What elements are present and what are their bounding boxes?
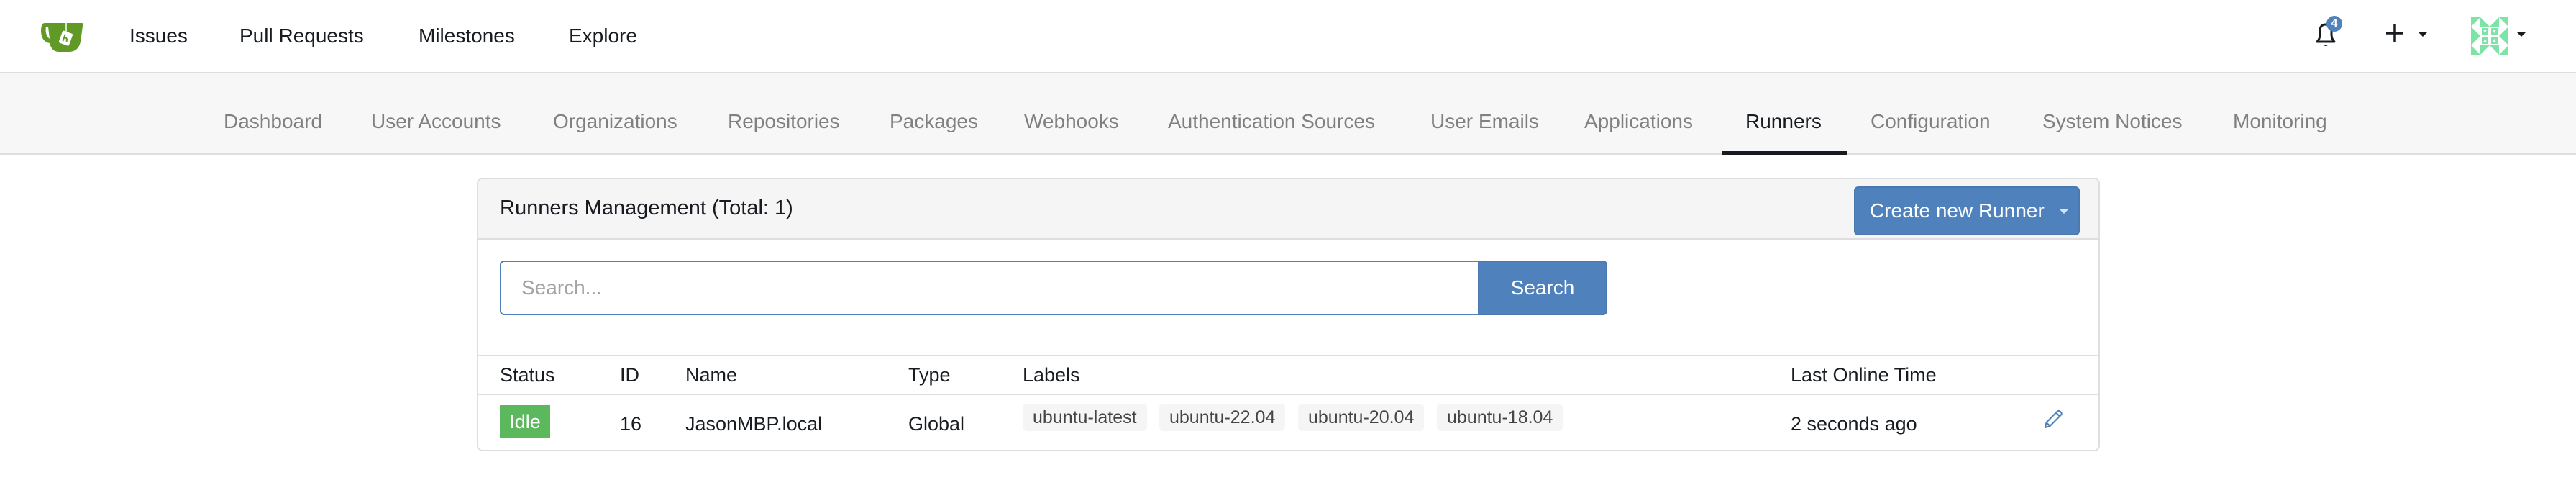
- runner-type: Global: [908, 413, 965, 435]
- search-button[interactable]: Search: [1478, 261, 1607, 315]
- status-badge: Idle: [500, 405, 550, 438]
- tab-authentication-sources[interactable]: Authentication Sources: [1168, 109, 1375, 135]
- top-navbar: Issues Pull Requests Milestones Explore …: [0, 0, 2576, 73]
- runner-id: 16: [620, 413, 642, 435]
- admin-tabs: Dashboard User Accounts Organizations Re…: [0, 73, 2576, 155]
- runner-label: ubuntu-18.04: [1437, 404, 1563, 431]
- column-last-online-time[interactable]: Last Online Time: [1791, 362, 1937, 388]
- nav-explore[interactable]: Explore: [569, 23, 637, 49]
- tab-applications[interactable]: Applications: [1584, 109, 1693, 135]
- column-labels: Labels: [1023, 364, 1080, 386]
- create-new-runner-button[interactable]: Create new Runner: [1854, 186, 2080, 235]
- nav-pull-requests[interactable]: Pull Requests: [239, 23, 364, 49]
- nav-issues[interactable]: Issues: [129, 23, 188, 49]
- tab-organizations[interactable]: Organizations: [553, 109, 677, 135]
- column-type[interactable]: Type: [908, 362, 951, 388]
- tab-repositories[interactable]: Repositories: [728, 109, 840, 135]
- table-header: Status ID Name Type Labels Last Online T…: [478, 356, 2098, 395]
- tab-system-notices[interactable]: System Notices: [2042, 109, 2183, 135]
- active-tab-indicator: [1722, 151, 1847, 155]
- column-status[interactable]: Status: [500, 362, 555, 388]
- tab-monitoring[interactable]: Monitoring: [2233, 109, 2327, 135]
- panel-title: Runners Management (Total: 1): [500, 196, 793, 219]
- create-menu-caret-icon[interactable]: [2418, 32, 2428, 37]
- user-menu-caret-icon[interactable]: [2516, 32, 2526, 37]
- tab-webhooks[interactable]: Webhooks: [1024, 109, 1119, 135]
- runners-table: Status ID Name Type Labels Last Online T…: [478, 355, 2098, 450]
- nav-milestones[interactable]: Milestones: [419, 23, 515, 49]
- table-row: Idle 16 JasonMBP.local Global ubuntu-lat…: [478, 395, 2098, 450]
- dropdown-caret-icon: [2060, 209, 2068, 214]
- runners-panel: Runners Management (Total: 1) Create new…: [477, 178, 2100, 451]
- user-avatar[interactable]: [2471, 17, 2508, 55]
- runner-label: ubuntu-latest: [1023, 404, 1147, 431]
- tab-configuration[interactable]: Configuration: [1871, 109, 1991, 135]
- column-id[interactable]: ID: [620, 362, 639, 388]
- search-input[interactable]: [500, 261, 1479, 315]
- create-new-runner-label: Create new Runner: [1870, 199, 2045, 222]
- last-online-time: 2 seconds ago: [1791, 413, 1917, 435]
- tab-user-accounts[interactable]: User Accounts: [371, 109, 501, 135]
- tab-dashboard[interactable]: Dashboard: [224, 109, 322, 135]
- notification-count-badge: 4: [2326, 16, 2342, 32]
- tab-user-emails[interactable]: User Emails: [1430, 109, 1539, 135]
- runner-label: ubuntu-20.04: [1298, 404, 1425, 431]
- runner-label: ubuntu-22.04: [1159, 404, 1286, 431]
- gitea-logo-icon[interactable]: [40, 20, 86, 53]
- plus-icon[interactable]: [2383, 22, 2406, 45]
- edit-pencil-icon[interactable]: [2041, 408, 2064, 431]
- panel-header: Runners Management (Total: 1) Create new…: [478, 179, 2098, 240]
- tab-runners[interactable]: Runners: [1745, 109, 1822, 135]
- column-name[interactable]: Name: [685, 362, 737, 388]
- tab-packages[interactable]: Packages: [890, 109, 978, 135]
- runner-name: JasonMBP.local: [685, 413, 823, 435]
